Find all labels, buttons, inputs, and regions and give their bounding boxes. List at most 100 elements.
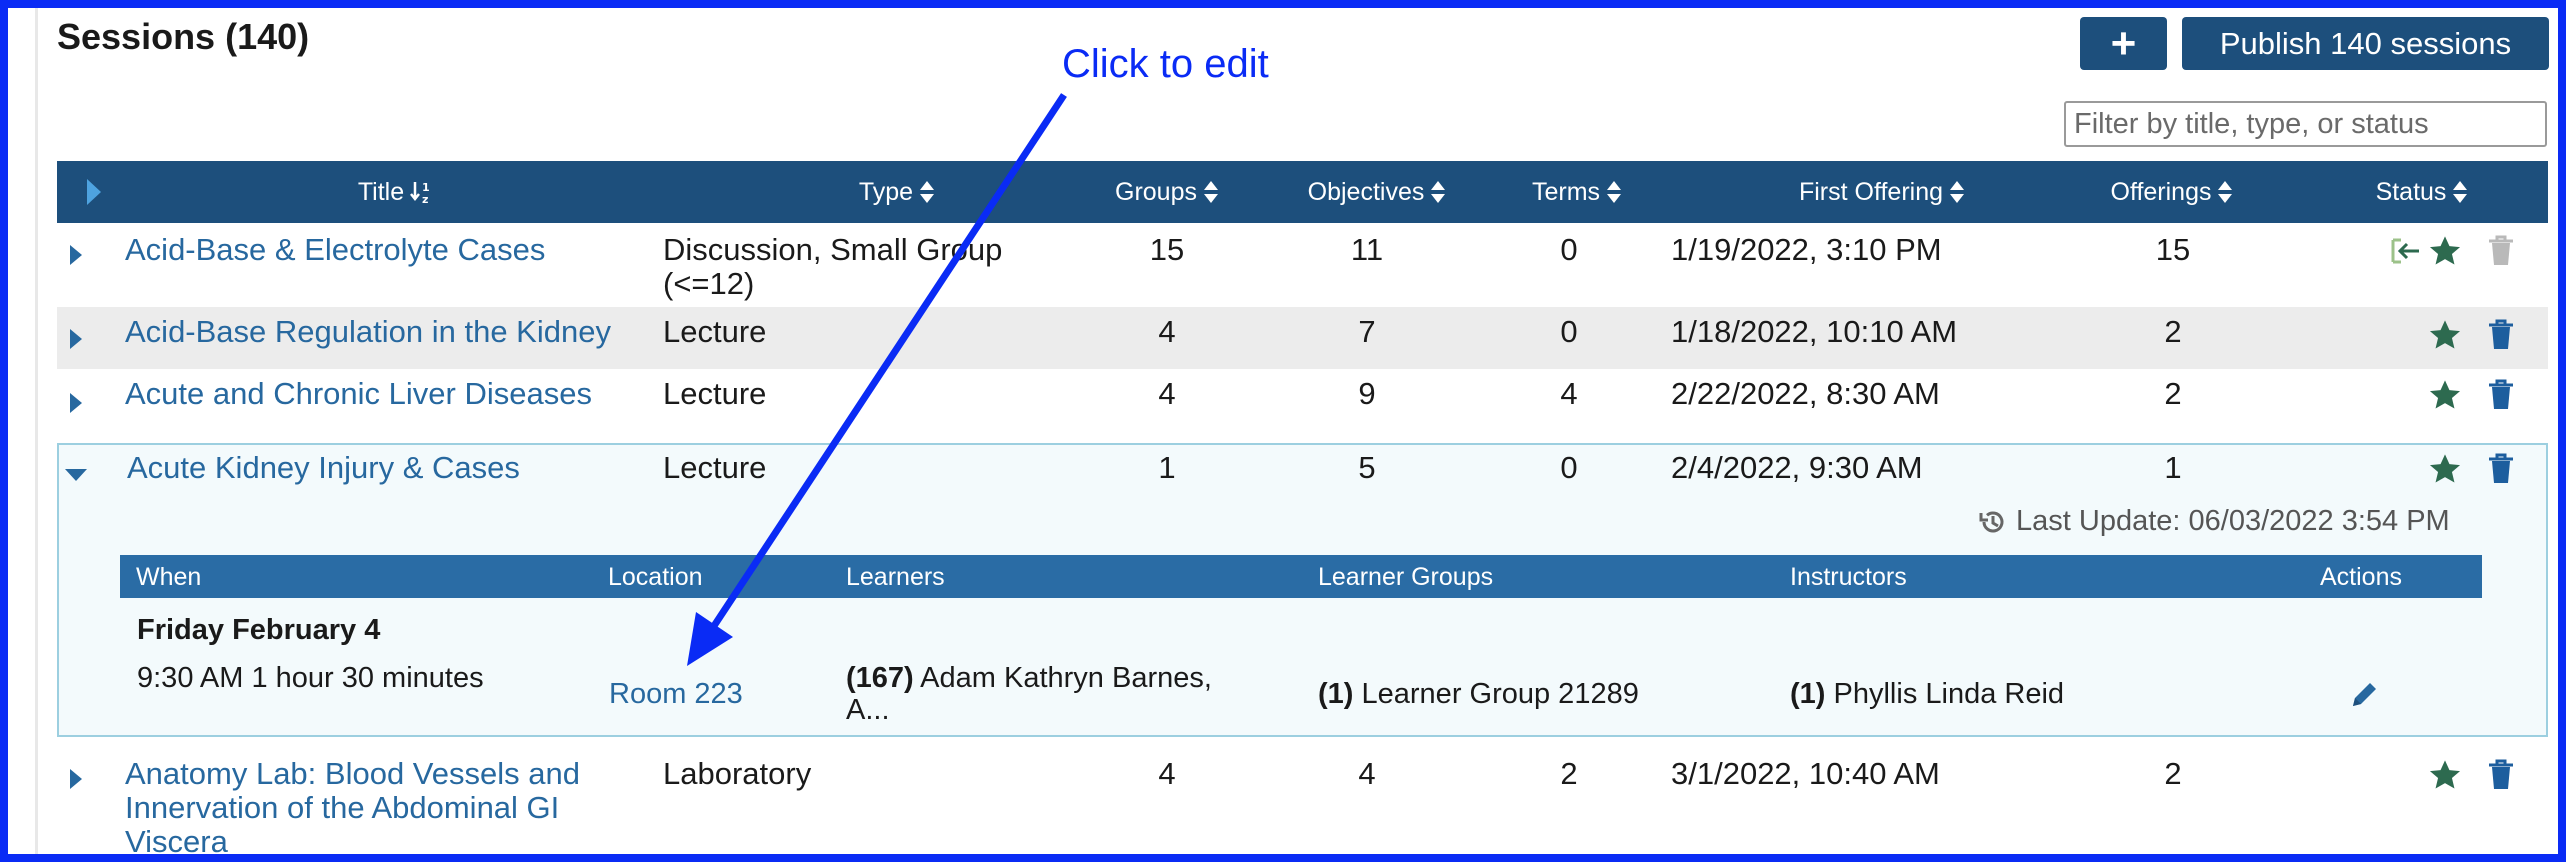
last-update-text: Last Update: 06/03/2022 3:54 PM (2016, 505, 2450, 537)
edit-pencil-icon[interactable] (2349, 678, 2381, 710)
session-title-link[interactable]: Anatomy Lab: Blood Vessels and (125, 757, 580, 791)
session-offerings: 2 (2164, 756, 2182, 791)
session-title-link-line3[interactable]: Viscera (125, 825, 228, 859)
session-groups: 1 (1158, 450, 1176, 485)
add-session-button[interactable]: + (2080, 17, 2167, 70)
column-when: When (136, 563, 202, 591)
session-type: Laboratory (663, 756, 812, 791)
sessions-table-header: Title 1z Type Groups Objectives Terms Fi… (57, 161, 2548, 223)
session-offerings: 2 (2164, 376, 2182, 411)
session-first-offering: 2/22/2022, 8:30 AM (1671, 376, 1940, 411)
session-objectives: 7 (1358, 314, 1376, 349)
instructors-name: Phyllis Linda Reid (1833, 678, 2065, 710)
column-offerings-label: Offerings (2110, 177, 2212, 206)
column-offerings[interactable]: Offerings (2087, 161, 2257, 223)
session-title-link-line2[interactable]: Innervation of the Abdominal GI (125, 791, 559, 825)
groups-name: Learner Group 21289 (1361, 678, 1639, 710)
expand-row-icon[interactable] (70, 393, 82, 413)
annotation-label: Click to edit (1062, 42, 1269, 86)
star-icon (2429, 320, 2461, 349)
column-terms[interactable]: Terms (1507, 161, 1647, 223)
page-title: Sessions (140) (57, 16, 310, 57)
column-title-label: Title (357, 177, 405, 206)
scheduled-publish-icon (2391, 238, 2419, 264)
sort-icon (920, 181, 935, 203)
star-icon (2429, 760, 2461, 789)
trash-icon[interactable] (2487, 319, 2515, 351)
session-offerings: 1 (2164, 450, 2182, 485)
table-row: Acute and Chronic Liver Diseases Lecture… (57, 369, 2548, 443)
table-row: Acid-Base & Electrolyte Cases Discussion… (57, 223, 2548, 307)
trash-icon[interactable] (2487, 453, 2515, 485)
column-status[interactable]: Status (2352, 161, 2492, 223)
table-row-expanded: Acute Kidney Injury & Cases Lecture 1 5 … (57, 445, 2548, 505)
session-groups: 15 (1149, 232, 1185, 267)
column-first-offering-label: First Offering (1798, 177, 1944, 206)
session-terms: 2 (1560, 756, 1578, 791)
column-objectives[interactable]: Objectives (1277, 161, 1477, 223)
session-objectives: 11 (1350, 232, 1384, 267)
session-type: Lecture (663, 376, 767, 411)
session-terms: 4 (1560, 376, 1578, 411)
session-groups: 4 (1158, 756, 1176, 791)
session-offerings: 15 (2155, 232, 2191, 267)
filter-input[interactable] (2064, 101, 2547, 147)
sort-icon (2218, 181, 2233, 203)
expand-all-icon[interactable] (87, 179, 101, 205)
session-title-link[interactable]: Acid-Base & Electrolyte Cases (125, 233, 545, 267)
session-title-link[interactable]: Acid-Base Regulation in the Kidney (125, 315, 611, 349)
learners-overflow: A... (846, 694, 890, 726)
column-learner-groups: Learner Groups (1318, 563, 1494, 591)
session-type: Lecture (663, 314, 767, 349)
session-terms: 0 (1560, 232, 1578, 267)
offering-date: Friday February 4 (137, 614, 381, 646)
last-update: Last Update: 06/03/2022 3:54 PM (1978, 505, 2450, 538)
instructors-count: (1) (1790, 678, 1826, 710)
sort-alpha-icon: 1z (410, 181, 430, 204)
left-gutter (8, 8, 38, 854)
session-objectives: 4 (1358, 756, 1376, 791)
learners-names: Adam Kathryn Barnes, (920, 662, 1212, 694)
sort-icon (1950, 181, 1965, 203)
groups-count: (1) (1318, 678, 1354, 710)
session-type: Lecture (663, 450, 767, 485)
session-first-offering: 2/4/2022, 9:30 AM (1671, 450, 1923, 485)
trash-icon[interactable] (2487, 235, 2515, 267)
sort-icon (1203, 181, 1218, 203)
trash-icon[interactable] (2487, 759, 2515, 791)
collapse-row-icon[interactable] (65, 469, 87, 481)
expand-row-icon[interactable] (70, 769, 82, 789)
column-actions: Actions (2320, 563, 2402, 591)
offering-location-link[interactable]: Room 223 (609, 677, 743, 711)
session-title-link[interactable]: Acute and Chronic Liver Diseases (125, 377, 592, 411)
session-offerings: 2 (2164, 314, 2182, 349)
sort-icon (2453, 181, 2468, 203)
star-icon (2429, 380, 2461, 409)
session-type: Discussion, Small Group (<=12) (663, 232, 1003, 301)
column-objectives-label: Objectives (1307, 177, 1425, 206)
offering-learner-groups: (1) Learner Group 21289 (1318, 677, 1639, 711)
session-objectives: 5 (1358, 450, 1376, 485)
session-title-link[interactable]: Acute Kidney Injury & Cases (127, 451, 520, 485)
expand-row-icon[interactable] (70, 329, 82, 349)
column-first-offering[interactable]: First Offering (1757, 161, 2007, 223)
offering-learners: (167) Adam Kathryn Barnes, (846, 661, 1212, 695)
sort-icon (1431, 181, 1446, 203)
trash-icon[interactable] (2487, 379, 2515, 411)
session-terms: 0 (1560, 450, 1578, 485)
star-icon (2429, 454, 2461, 483)
column-groups[interactable]: Groups (1097, 161, 1237, 223)
column-location: Location (608, 563, 703, 591)
publish-sessions-button[interactable]: Publish 140 sessions (2182, 17, 2549, 70)
svg-text:z: z (422, 193, 428, 204)
table-row: Acid-Base Regulation in the Kidney Lectu… (57, 307, 2548, 369)
column-instructors: Instructors (1790, 563, 1907, 591)
history-icon (1979, 511, 2004, 532)
column-title[interactable]: Title 1z (317, 161, 477, 223)
expand-row-icon[interactable] (70, 245, 82, 265)
column-type[interactable]: Type (827, 161, 967, 223)
column-terms-label: Terms (1531, 177, 1601, 206)
offerings-table-header: When Location Learners Learner Groups In… (120, 555, 2482, 598)
column-type-label: Type (858, 177, 914, 206)
session-terms: 0 (1560, 314, 1578, 349)
